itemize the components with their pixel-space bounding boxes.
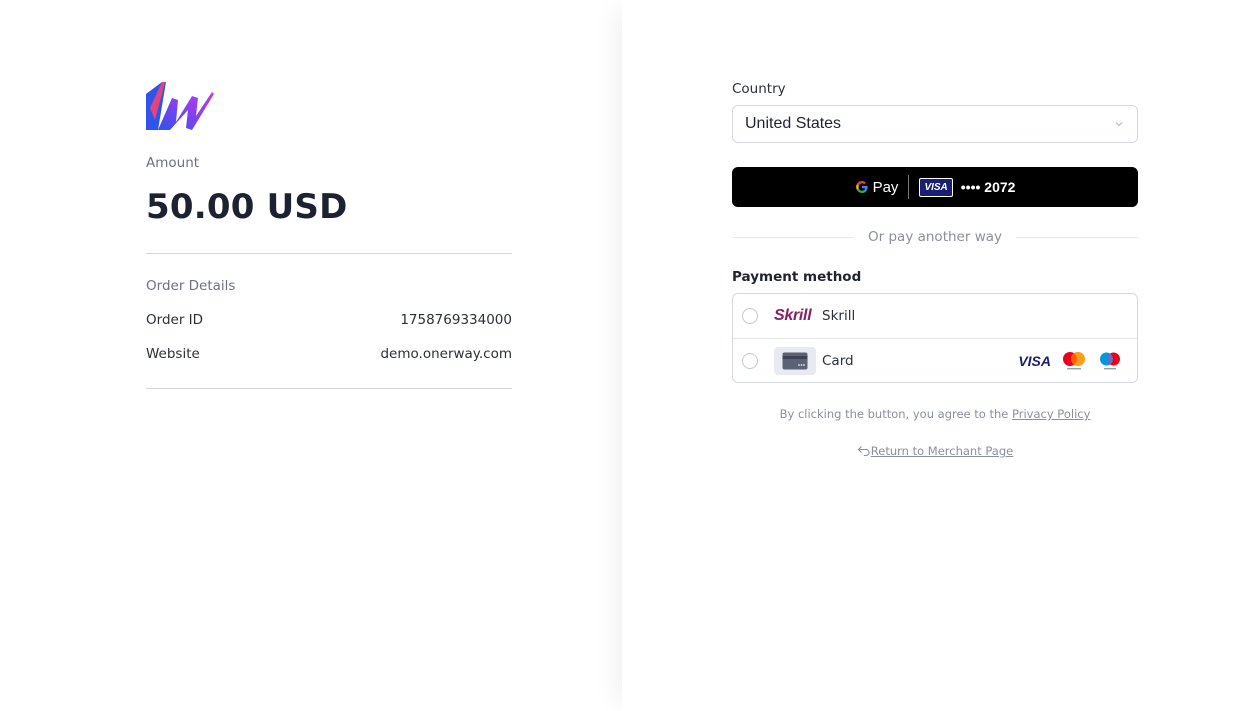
card-brand-logos: VISA (1018, 350, 1123, 372)
divider-line (732, 236, 855, 238)
order-id-row: Order ID 1758769334000 (146, 312, 512, 328)
terms-text: By clicking the button, you agree to the (779, 407, 1013, 421)
website-value: demo.onerway.com (380, 346, 512, 362)
website-label: Website (146, 346, 200, 362)
payment-method-label: Payment method (732, 269, 862, 285)
google-pay-button[interactable]: Pay VISA •••• 2072 (732, 167, 1138, 207)
or-pay-another-way-divider: Or pay another way (732, 228, 1139, 246)
return-to-merchant-link[interactable]: Return to Merchant Page (871, 444, 1013, 458)
maestro-icon (1100, 352, 1120, 369)
order-details-title: Order Details (146, 278, 236, 294)
card-radio[interactable] (742, 352, 758, 369)
skrill-label: Skrill (822, 308, 856, 324)
website-row: Website demo.onerway.com (146, 346, 512, 362)
return-to-merchant[interactable]: Return to Merchant Page (732, 444, 1138, 458)
return-arrow-icon (857, 446, 870, 457)
country-select-value: United States (745, 115, 842, 132)
privacy-policy-link[interactable]: Privacy Policy (1012, 407, 1090, 421)
skrill-logo-icon: Skrill (774, 307, 812, 324)
divider (146, 253, 512, 254)
divider-line (1016, 236, 1139, 238)
amount-value: 50.00 USD (146, 187, 348, 227)
visa-icon: VISA (1018, 352, 1051, 369)
credit-card-icon (774, 346, 816, 375)
card-last-digits: •••• 2072 (960, 179, 1016, 195)
google-pay-word: Pay (872, 178, 899, 196)
payment-method-list: Skrill Skrill Card VISA (732, 293, 1138, 383)
terms-notice: By clicking the button, you agree to the… (732, 407, 1138, 421)
mastercard-icon (1063, 351, 1085, 369)
google-pay-separator (908, 175, 910, 199)
country-select[interactable]: United States (732, 105, 1138, 143)
order-id-label: Order ID (146, 312, 204, 328)
checkout-panel: Country United States Pay VISA •••• 2072… (622, 0, 1241, 711)
card-label: Card (822, 352, 854, 369)
onerway-logo-icon (146, 82, 214, 130)
order-summary-panel: Amount 50.00 USD Order Details Order ID … (0, 0, 622, 711)
chevron-down-icon (1115, 122, 1123, 127)
payment-option-skrill[interactable]: Skrill Skrill (733, 294, 1137, 339)
divider-text: Or pay another way (868, 229, 1002, 245)
payment-option-card[interactable]: Card VISA (733, 338, 1137, 383)
divider (146, 388, 512, 389)
amount-label: Amount (146, 155, 200, 171)
order-id-value: 1758769334000 (400, 312, 512, 328)
google-g-icon (855, 180, 868, 193)
skrill-radio[interactable] (742, 308, 758, 324)
country-label: Country (732, 81, 786, 97)
google-pay-logo: Pay (855, 178, 899, 196)
visa-card-icon: VISA (919, 177, 953, 197)
